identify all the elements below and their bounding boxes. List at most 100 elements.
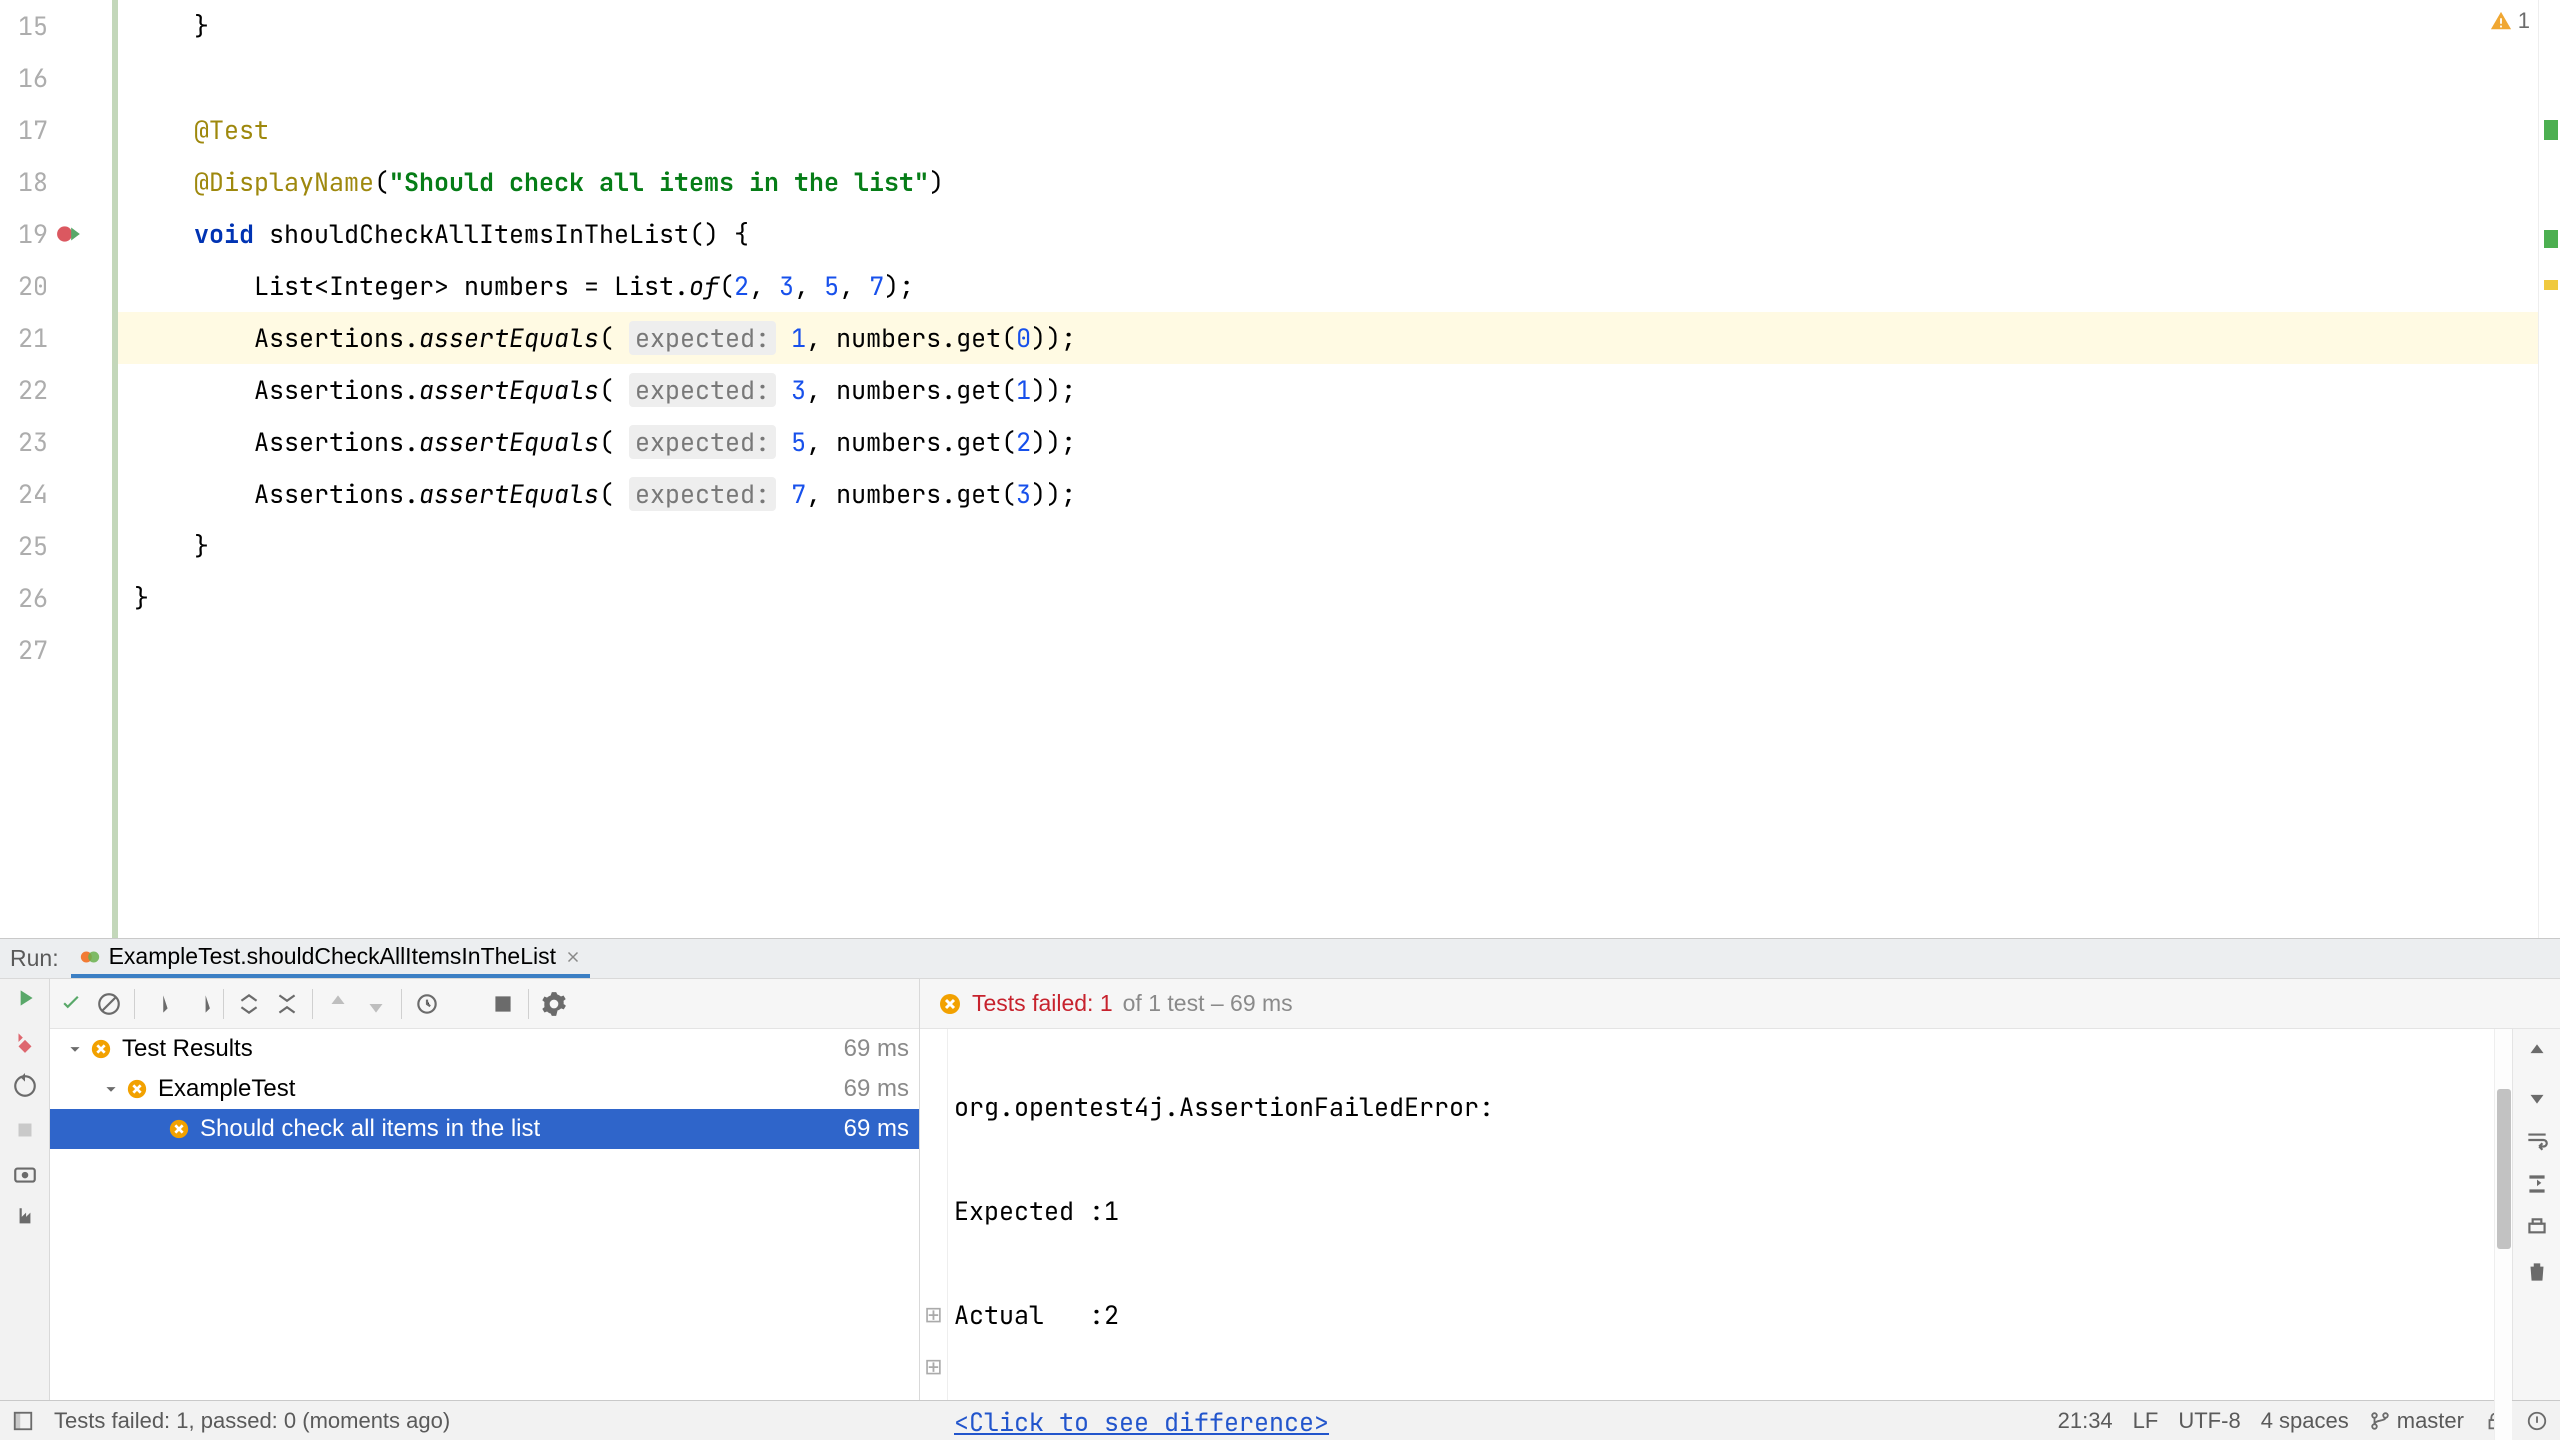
sort-alpha-icon[interactable] — [147, 991, 173, 1017]
camera-icon[interactable] — [12, 1161, 38, 1187]
test-tree[interactable]: Test Results 69 ms ExampleTest 69 ms Sho… — [50, 1029, 919, 1440]
prev-failed-icon[interactable] — [325, 991, 351, 1017]
show-ignored-icon[interactable] — [96, 991, 122, 1017]
next-failed-icon[interactable] — [363, 991, 389, 1017]
gutter-line[interactable]: 17 — [0, 104, 118, 156]
test-config-icon — [79, 946, 101, 968]
gutter-line[interactable]: 16 — [0, 52, 118, 104]
gutter-line[interactable]: 22 — [0, 364, 118, 416]
stripe-mark[interactable] — [2544, 280, 2558, 290]
tree-root[interactable]: Test Results 69 ms — [50, 1029, 919, 1069]
close-tab-icon[interactable] — [564, 948, 582, 966]
code-line[interactable]: void shouldCheckAllItemsInTheList() { — [118, 208, 2538, 260]
show-passed-icon[interactable] — [58, 991, 84, 1017]
code-line[interactable]: Assertions.assertEquals( expected: 7, nu… — [118, 468, 2538, 520]
scroll-up-icon[interactable] — [2524, 1039, 2550, 1065]
line-number: 23 — [0, 425, 56, 459]
code-area[interactable]: } @Test @DisplayName("Should check all i… — [118, 0, 2538, 938]
console-line: Expected :1 — [954, 1185, 2494, 1237]
code-line[interactable]: @Test — [118, 104, 2538, 156]
code-editor[interactable]: 1 15161718192021222324252627 } @Test @Di… — [0, 0, 2560, 938]
tool-windows-icon[interactable] — [12, 1410, 34, 1432]
line-number: 16 — [0, 61, 56, 95]
summary-suffix: of 1 test – 69 ms — [1123, 990, 1293, 1017]
chevron-down-icon[interactable] — [64, 1038, 86, 1060]
console-line: Actual :2 — [954, 1289, 2494, 1341]
import-tests-icon[interactable] — [452, 991, 478, 1017]
gutter-line[interactable]: 19 — [0, 208, 118, 260]
line-number: 25 — [0, 529, 56, 563]
console-scrollbar[interactable] — [2494, 1029, 2512, 1440]
goto-icon[interactable] — [2526, 1410, 2548, 1432]
toggle-auto-test-icon[interactable] — [12, 1029, 38, 1055]
gutter-line[interactable]: 26 — [0, 572, 118, 624]
code-line[interactable] — [118, 624, 2538, 676]
code-line[interactable]: } — [118, 572, 2538, 624]
gutter-line[interactable]: 18 — [0, 156, 118, 208]
see-difference-link[interactable]: <Click to see difference> — [954, 1405, 1329, 1439]
line-number: 15 — [0, 9, 56, 43]
scrollbar-thumb[interactable] — [2497, 1089, 2511, 1249]
scroll-to-end-icon[interactable] — [2524, 1171, 2550, 1197]
console-fold-gutter[interactable]: ⊞ ⊞ — [920, 1029, 948, 1440]
test-settings-icon[interactable] — [541, 991, 567, 1017]
stripe-mark[interactable] — [2544, 120, 2558, 140]
test-history-icon[interactable] — [414, 991, 440, 1017]
editor-gutter[interactable]: 15 16 17 18 192021 22 23 24 25 26 27 — [0, 0, 118, 938]
dump-threads-icon[interactable] — [12, 1205, 38, 1231]
code-line[interactable]: Assertions.assertEquals( expected: 5, nu… — [118, 416, 2538, 468]
gutter-line[interactable]: 25 — [0, 520, 118, 572]
code-line[interactable]: } — [118, 520, 2538, 572]
line-number: 17 — [0, 113, 56, 147]
fold-handle[interactable]: ⊞ — [920, 1289, 947, 1341]
run-test-gutter-icon[interactable] — [56, 221, 82, 247]
fold-handle[interactable]: ⊞ — [920, 1341, 947, 1393]
clear-all-icon[interactable] — [2524, 1259, 2550, 1285]
console-side-toolbar — [2512, 1029, 2560, 1440]
gutter-line[interactable]: 27 — [0, 624, 118, 676]
tree-root-duration: 69 ms — [844, 1035, 909, 1063]
tree-class[interactable]: ExampleTest 69 ms — [50, 1069, 919, 1109]
run-tab-title: ExampleTest.shouldCheckAllItemsInTheList — [109, 943, 556, 970]
gutter-line[interactable]: 21 — [0, 312, 118, 364]
soft-wrap-icon[interactable] — [2524, 1127, 2550, 1153]
export-tests-icon[interactable] — [490, 991, 516, 1017]
chevron-down-icon[interactable] — [100, 1078, 122, 1100]
scroll-down-icon[interactable] — [2524, 1083, 2550, 1109]
tree-test-duration: 69 ms — [844, 1115, 909, 1143]
run-tab[interactable]: ExampleTest.shouldCheckAllItemsInTheList — [71, 939, 590, 978]
expand-all-icon[interactable] — [236, 991, 262, 1017]
failed-status-icon — [90, 1038, 112, 1060]
status-message: Tests failed: 1, passed: 0 (moments ago) — [54, 1408, 450, 1434]
summary-prefix: Tests failed: — [972, 990, 1100, 1016]
code-line[interactable]: Assertions.assertEquals( expected: 3, nu… — [118, 364, 2538, 416]
gutter-line[interactable]: 15 — [0, 0, 118, 52]
print-icon[interactable] — [2524, 1215, 2550, 1241]
gutter-line[interactable]: 23 — [0, 416, 118, 468]
code-line[interactable] — [118, 52, 2538, 104]
line-number: 22 — [0, 373, 56, 407]
error-stripe[interactable] — [2538, 0, 2560, 938]
stop-icon[interactable] — [12, 1117, 38, 1143]
test-console[interactable]: org.opentest4j.AssertionFailedError: Exp… — [948, 1029, 2494, 1440]
rerun-icon[interactable] — [12, 985, 38, 1011]
text-caret — [1329, 1403, 1331, 1440]
stripe-mark[interactable] — [2544, 230, 2558, 248]
gutter-line[interactable]: 24 — [0, 468, 118, 520]
code-line[interactable]: Assertions.assertEquals( expected: 1, nu… — [118, 312, 2538, 364]
code-line[interactable]: } — [118, 0, 2538, 52]
console-line: org.opentest4j.AssertionFailedError: — [954, 1081, 2494, 1133]
code-line[interactable]: @DisplayName("Should check all items in … — [118, 156, 2538, 208]
run-tool-window: Run: ExampleTest.shouldCheckAllItemsInTh… — [0, 938, 2560, 1400]
failed-status-icon — [168, 1118, 190, 1140]
code-line[interactable]: List<Integer> numbers = List.of(2, 3, 5,… — [118, 260, 2538, 312]
line-number: 18 — [0, 165, 56, 199]
gutter-line[interactable]: 20 — [0, 260, 118, 312]
test-summary: Tests failed: 1 of 1 test – 69 ms — [920, 979, 2560, 1029]
sort-duration-icon[interactable] — [185, 991, 211, 1017]
line-number: 27 — [0, 633, 56, 667]
rerun-failed-icon[interactable] — [12, 1073, 38, 1099]
collapse-all-icon[interactable] — [274, 991, 300, 1017]
tree-test[interactable]: Should check all items in the list 69 ms — [50, 1109, 919, 1149]
failed-status-icon — [938, 992, 962, 1016]
